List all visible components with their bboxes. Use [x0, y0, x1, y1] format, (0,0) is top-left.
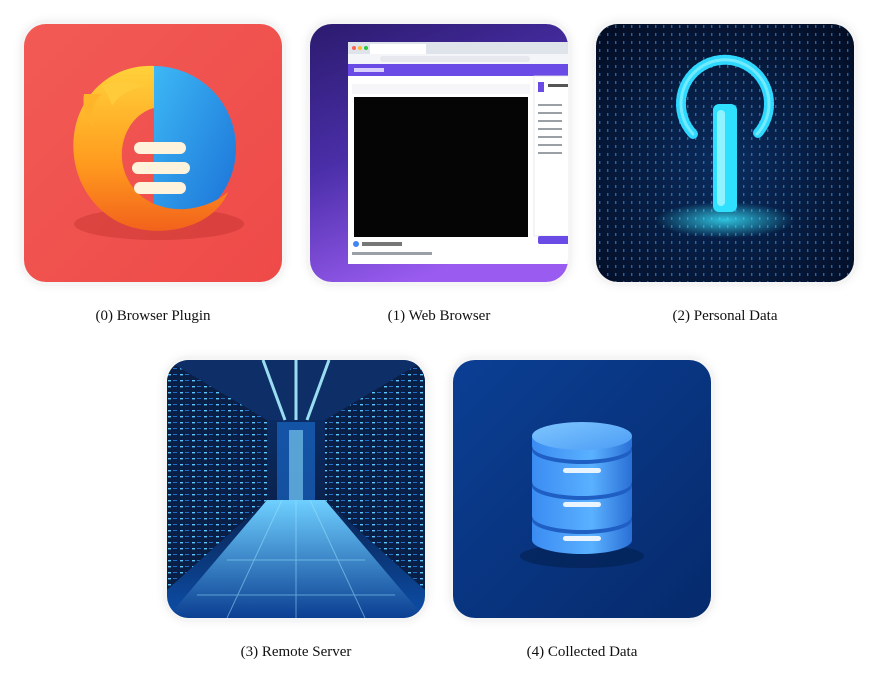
firefox-plugin-icon	[24, 24, 282, 282]
figure-grid: (0) Browser Plugin (1) Web Browser (2) P…	[0, 0, 878, 692]
personal-data-image	[596, 24, 854, 282]
server-room-icon	[167, 360, 425, 618]
power-data-icon	[596, 24, 854, 282]
browser-plugin-image	[24, 24, 282, 282]
web-browser-image	[310, 24, 568, 282]
caption-remote-server: (3) Remote Server	[240, 644, 352, 660]
web-browser-window-icon	[310, 24, 568, 282]
caption-web-browser: (1) Web Browser	[387, 308, 491, 324]
database-icon	[453, 360, 711, 618]
caption-personal-data: (2) Personal Data	[672, 308, 778, 324]
remote-server-image	[167, 360, 425, 618]
caption-browser-plugin: (0) Browser Plugin	[95, 308, 211, 324]
caption-collected-data: (4) Collected Data	[526, 644, 638, 660]
collected-data-image	[453, 360, 711, 618]
